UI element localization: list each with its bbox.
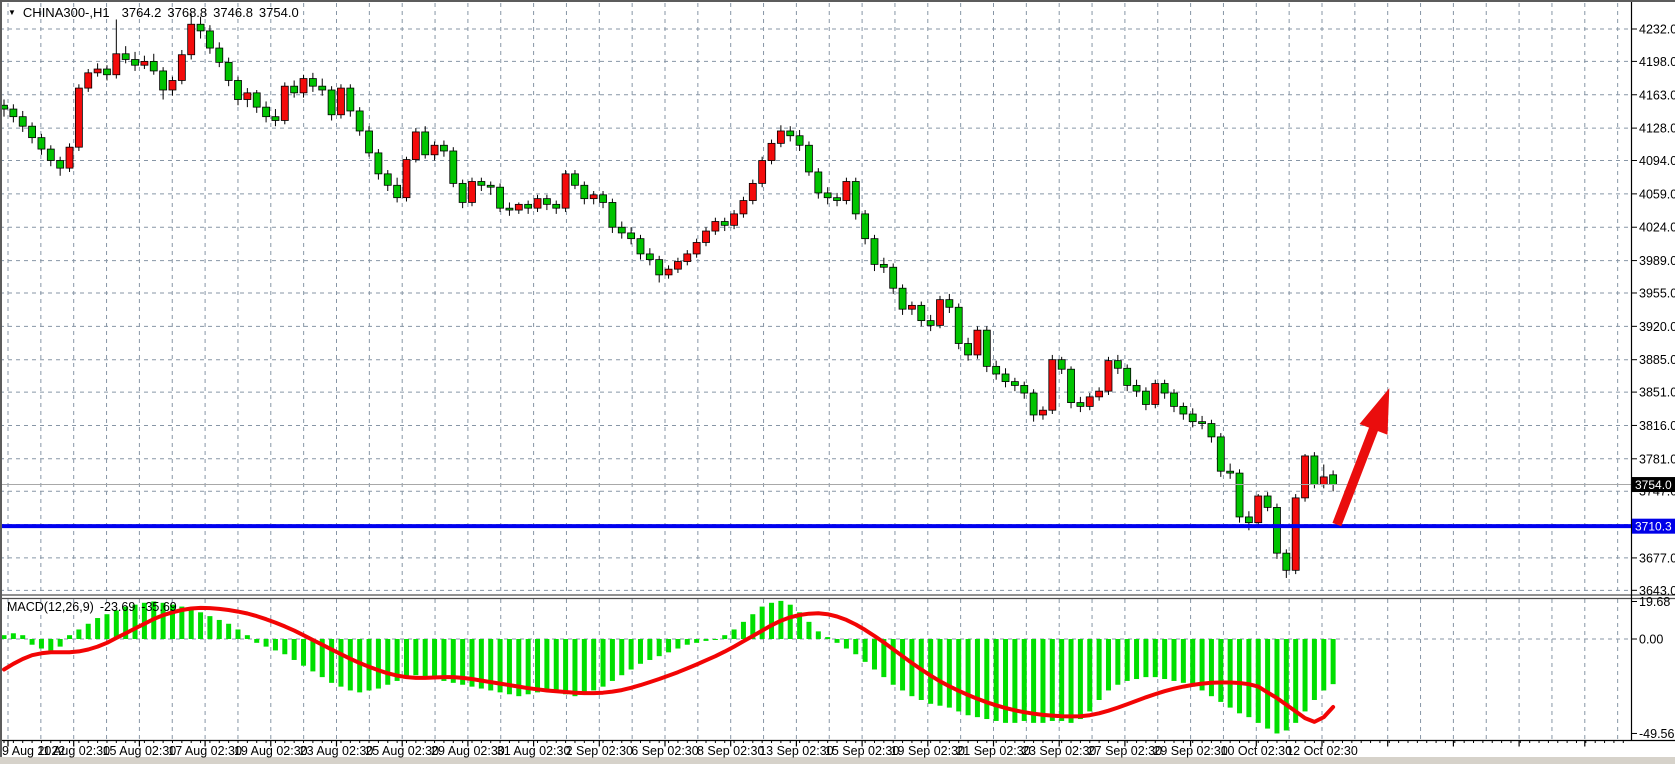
svg-text:4059.0: 4059.0 [1639, 187, 1675, 201]
svg-text:13 Sep 02:30: 13 Sep 02:30 [759, 744, 833, 758]
svg-text:0.00: 0.00 [1639, 633, 1663, 647]
svg-text:27 Sep 02:30: 27 Sep 02:30 [1088, 744, 1162, 758]
svg-text:3920.0: 3920.0 [1639, 320, 1675, 334]
svg-text:3885.0: 3885.0 [1639, 353, 1675, 367]
svg-text:4094.0: 4094.0 [1639, 154, 1675, 168]
svg-text:3851.0: 3851.0 [1639, 386, 1675, 400]
svg-text:29 Sep 02:30: 29 Sep 02:30 [1153, 744, 1227, 758]
svg-text:23 Aug 02:30: 23 Aug 02:30 [300, 744, 374, 758]
svg-text:31 Aug 02:30: 31 Aug 02:30 [497, 744, 571, 758]
svg-text:23 Sep 02:30: 23 Sep 02:30 [1022, 744, 1096, 758]
svg-text:3710.3: 3710.3 [1635, 520, 1672, 534]
svg-text:2 Sep 02:30: 2 Sep 02:30 [566, 744, 633, 758]
svg-text:15 Sep 02:30: 15 Sep 02:30 [825, 744, 899, 758]
svg-text:4128.0: 4128.0 [1639, 122, 1675, 136]
svg-text:25 Aug 02:30: 25 Aug 02:30 [365, 744, 439, 758]
window-bottom-strip [0, 757, 1675, 764]
chart-background[interactable] [0, 0, 1675, 764]
macd-indicator-label: MACD(12,26,9) -23.69 -35.69 [7, 600, 183, 614]
svg-text:4232.0: 4232.0 [1639, 23, 1675, 37]
macd-name: MACD(12,26,9) [7, 600, 94, 614]
price-chart-canvas[interactable]: 4232.0 4198.0 4163.0 4128.0 4094.0 4059.0 4024… [0, 0, 1675, 764]
svg-text:3754.0: 3754.0 [1635, 478, 1672, 492]
svg-text:19 Aug 02:30: 19 Aug 02:30 [234, 744, 308, 758]
svg-text:3816.0: 3816.0 [1639, 419, 1675, 433]
macd-signal-value: -35.69 [141, 600, 176, 614]
svg-text:17 Aug 02:30: 17 Aug 02:30 [168, 744, 242, 758]
symbol-label: ▼ CHINA300-,H1 3764.2 3768.8 3746.8 3754.0 [8, 5, 305, 20]
svg-text:3781.0: 3781.0 [1639, 452, 1675, 466]
svg-text:4198.0: 4198.0 [1639, 55, 1675, 69]
symbol-collapse-icon[interactable]: ▼ [8, 8, 16, 17]
svg-text:12 Oct 02:30: 12 Oct 02:30 [1286, 744, 1358, 758]
svg-text:3677.0: 3677.0 [1639, 551, 1675, 565]
svg-text:29 Aug 02:30: 29 Aug 02:30 [431, 744, 505, 758]
ohlc-open: 3764.2 [122, 5, 162, 20]
current-price-badge: 3754.0 [1632, 477, 1675, 492]
symbol-period-text: CHINA300-,H1 [23, 5, 110, 20]
ohlc-low: 3746.8 [213, 5, 253, 20]
svg-text:-49.56: -49.56 [1639, 727, 1674, 741]
svg-text:11 Aug 02:30: 11 Aug 02:30 [37, 744, 110, 758]
support-price-badge: 3710.3 [1632, 519, 1675, 534]
ohlc-high: 3768.8 [167, 5, 207, 20]
svg-text:6 Sep 02:30: 6 Sep 02:30 [631, 744, 698, 758]
chart-window: 4232.0 4198.0 4163.0 4128.0 4094.0 4059.0 4024… [0, 0, 1675, 764]
svg-text:8 Sep 02:30: 8 Sep 02:30 [697, 744, 764, 758]
macd-main-value: -23.69 [100, 600, 135, 614]
svg-text:3955.0: 3955.0 [1639, 286, 1675, 300]
svg-text:3989.0: 3989.0 [1639, 254, 1675, 268]
svg-text:19 Sep 02:30: 19 Sep 02:30 [891, 744, 965, 758]
svg-text:21 Sep 02:30: 21 Sep 02:30 [956, 744, 1030, 758]
svg-text:19.68: 19.68 [1639, 595, 1670, 609]
svg-text:15 Aug 02:30: 15 Aug 02:30 [103, 744, 177, 758]
svg-text:10 Oct 02:30: 10 Oct 02:30 [1221, 744, 1293, 758]
svg-text:4024.0: 4024.0 [1639, 221, 1675, 235]
ohlc-close: 3754.0 [259, 5, 299, 20]
svg-text:4163.0: 4163.0 [1639, 88, 1675, 102]
